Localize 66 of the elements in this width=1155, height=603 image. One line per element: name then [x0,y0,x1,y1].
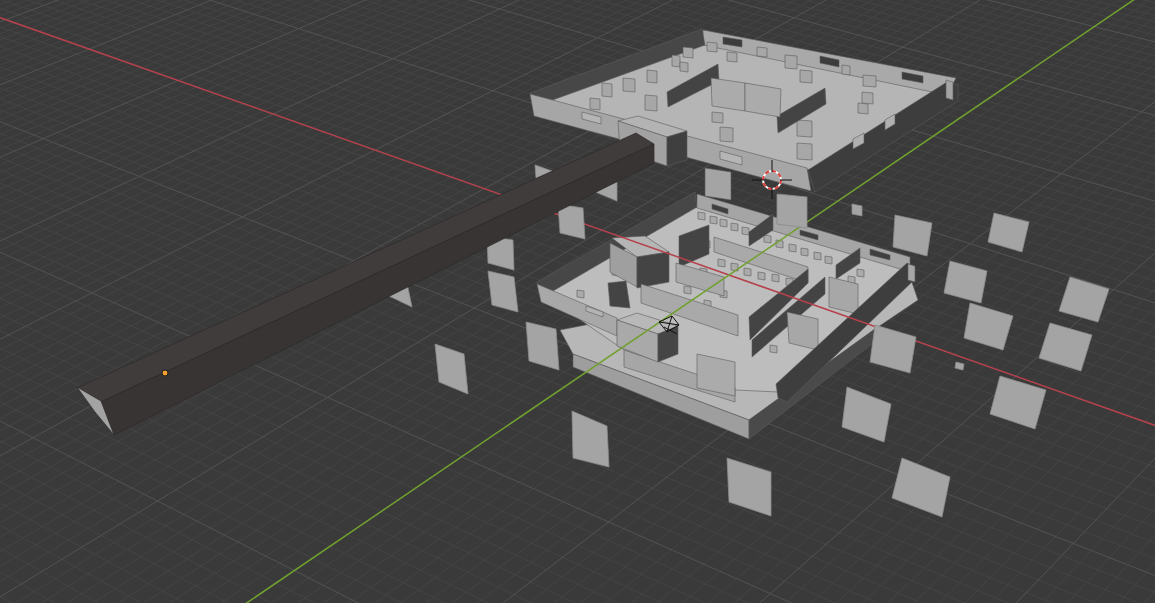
chair [862,74,877,88]
chair [671,54,681,68]
plane [943,260,988,304]
shelf-block [609,235,670,288]
chair [857,102,869,115]
plane [534,164,553,179]
plane [869,324,917,374]
window [799,229,819,241]
chair [682,46,694,59]
chair [706,41,718,53]
wireframe-icon [658,315,680,335]
plane [434,343,469,395]
chair [622,77,636,93]
chair [646,69,658,84]
plane [954,361,965,371]
origin-dot-icon [161,369,169,377]
plane [571,410,610,468]
chair [799,69,813,84]
plane [891,457,951,518]
plane [776,193,808,229]
plane [726,457,772,517]
plane [892,214,933,257]
chair [861,91,874,105]
chair [796,119,813,138]
partition-wall [607,280,631,309]
cube-block [616,312,679,363]
window [722,36,743,48]
table [710,77,782,118]
chair [644,94,658,112]
plane [963,302,1014,351]
plane [989,375,1047,430]
chair [719,126,734,143]
3d-cursor-icon [751,159,793,200]
chair [726,51,738,63]
chair [601,82,613,98]
window [581,111,602,125]
plane [487,270,519,313]
window [884,113,896,131]
chair [589,97,601,111]
window [585,305,604,318]
partition-wall [835,247,861,280]
wall-panel [696,353,736,397]
plane [841,386,892,443]
partition-wall [666,63,720,108]
chair [679,61,689,73]
window [819,55,840,68]
plane [1058,276,1110,323]
wall-panel [828,276,859,315]
chair [841,64,851,76]
window [711,203,729,215]
chair [784,54,798,70]
window [852,132,865,150]
partition-wall [776,87,827,134]
window [719,150,743,166]
plane [987,212,1030,253]
hanging-block [704,167,732,201]
plane [851,203,863,217]
chair [796,142,813,161]
chair [756,46,768,58]
chair [576,289,585,299]
plane [557,203,586,240]
plane [1038,322,1093,372]
window [901,71,924,84]
wall-panel [786,311,819,351]
beam-end-face [76,386,115,436]
chair [769,344,778,354]
